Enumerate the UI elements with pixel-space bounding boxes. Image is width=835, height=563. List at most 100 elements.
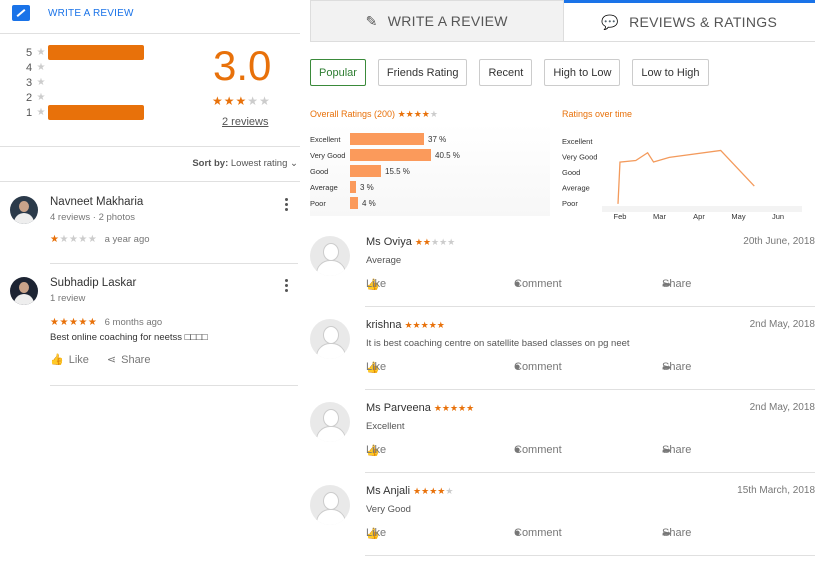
review-date: 15th March, 2018 bbox=[737, 485, 815, 496]
star-rating: ★★★★★ bbox=[50, 234, 98, 245]
overall-rating-label: Very Good bbox=[310, 150, 346, 160]
tab-reviews-ratings-label: REVIEWS & RATINGS bbox=[629, 14, 778, 30]
x-axis-label: Mar bbox=[653, 212, 666, 221]
filter-popular[interactable]: Popular bbox=[310, 59, 366, 86]
star-rating: ★★★★★ bbox=[413, 486, 454, 496]
histogram-star-number: 4 bbox=[26, 61, 33, 74]
write-review-link[interactable]: WRITE A REVIEW bbox=[12, 5, 134, 21]
overall-rating-percent: 37 % bbox=[428, 134, 447, 144]
reviewer-name[interactable]: Subhadip Laskar bbox=[50, 277, 136, 289]
average-score: 3.0 bbox=[213, 42, 272, 89]
overall-rating-percent: 4 % bbox=[362, 198, 376, 208]
like-label: Like bbox=[366, 527, 387, 539]
comment-label: Comment bbox=[514, 278, 562, 290]
like-button[interactable]: 👍 Like bbox=[50, 353, 89, 367]
histogram-star-number: 1 bbox=[26, 106, 33, 119]
more-options-icon[interactable] bbox=[285, 198, 288, 213]
tab-write-review-label: WRITE A REVIEW bbox=[387, 13, 508, 29]
divider bbox=[365, 306, 815, 307]
share-label: Share bbox=[662, 444, 692, 456]
review-date: 20th June, 2018 bbox=[743, 236, 815, 247]
review-item: Navneet Makharia 4 reviews · 2 photos ★★… bbox=[10, 196, 300, 256]
filter-recent[interactable]: Recent bbox=[479, 59, 533, 86]
y-axis-label: Poor bbox=[562, 199, 578, 208]
histogram-star-number: 5 bbox=[26, 46, 33, 59]
tab-reviews-ratings[interactable]: 💬 REVIEWS & RATINGS bbox=[563, 0, 815, 42]
reviewer-name[interactable]: krishna ★★★★★ bbox=[366, 319, 445, 331]
x-axis-label: Jun bbox=[772, 212, 784, 221]
avatar bbox=[310, 485, 350, 525]
write-review-label: WRITE A REVIEW bbox=[48, 7, 134, 19]
sort-label: Sort by: bbox=[192, 158, 229, 169]
filter-low-to-high[interactable]: Low to High bbox=[632, 59, 709, 86]
share-label: Share bbox=[662, 527, 692, 539]
share-label: Share bbox=[662, 278, 692, 290]
y-axis-label: Very Good bbox=[562, 153, 597, 162]
more-options-icon[interactable] bbox=[285, 279, 288, 294]
star-rating: ★★★★★ bbox=[404, 320, 445, 330]
divider bbox=[50, 263, 298, 264]
filter-friends-rating[interactable]: Friends Rating bbox=[377, 59, 468, 86]
ratings-line bbox=[617, 149, 755, 204]
comment-label: Comment bbox=[514, 527, 562, 539]
google-reviews-panel: WRITE A REVIEW 5 ★ 4 ★ 3 ★ 2 ★ 1 ★ 3.0 ★★★★★ 2 re… bbox=[0, 0, 300, 563]
overall-rating-percent: 40.5 % bbox=[435, 150, 460, 160]
overall-rating-row: Poor 4 % bbox=[310, 196, 376, 210]
overall-rating-label: Excellent bbox=[310, 134, 341, 144]
thumbs-up-icon: 👍 bbox=[50, 354, 64, 366]
like-label: Like bbox=[366, 278, 387, 290]
sort-dropdown[interactable]: Sort by: Lowest rating ⌄ bbox=[192, 158, 298, 169]
x-axis-label: Feb bbox=[614, 212, 627, 221]
review-item: Ms Parveena ★★★★★ 2nd May, 2018 Excellent 👍 L… bbox=[310, 402, 815, 474]
histogram-row: 2 ★ bbox=[26, 90, 144, 105]
y-axis-label: Average bbox=[562, 184, 590, 193]
chevron-down-icon: ⌄ bbox=[290, 158, 298, 169]
review-date: 2nd May, 2018 bbox=[749, 319, 815, 330]
line-chart: Excellent Very Good Good Average Poor Feb Mar A… bbox=[562, 137, 802, 221]
share-button[interactable]: ⋖ Share bbox=[106, 353, 151, 367]
review-stars: ★★★★★ 6 months ago bbox=[50, 317, 162, 328]
reviewer-name[interactable]: Ms Anjali ★★★★★ bbox=[366, 485, 453, 497]
reviews-count-link[interactable]: 2 reviews bbox=[222, 116, 268, 128]
overall-rating-percent: 15.5 % bbox=[385, 166, 410, 176]
overall-ratings-label: Overall Ratings (200) bbox=[310, 109, 396, 119]
reviewer-name[interactable]: Ms Parveena ★★★★★ bbox=[366, 402, 474, 414]
review-text: Average bbox=[366, 255, 402, 266]
histogram-star-number: 3 bbox=[26, 76, 33, 89]
sort-value: Lowest rating bbox=[230, 158, 288, 169]
tab-write-review[interactable]: ✎ WRITE A REVIEW bbox=[310, 0, 564, 42]
reviewer-name-text: krishna bbox=[366, 319, 402, 331]
reviewer-name[interactable]: Navneet Makharia bbox=[50, 196, 143, 208]
share-label: Share bbox=[121, 353, 151, 366]
reviewer-name[interactable]: Ms Oviya ★★★★★ bbox=[366, 236, 455, 248]
like-label: Like bbox=[366, 444, 387, 456]
average-stars: ★★★★★ bbox=[212, 94, 271, 108]
x-axis-label: Apr bbox=[693, 212, 705, 221]
review-item: Ms Anjali ★★★★★ 15th March, 2018 Very Good 👍… bbox=[310, 485, 815, 557]
review-item: krishna ★★★★★ 2nd May, 2018 It is best coac… bbox=[310, 319, 815, 391]
overall-rating-label: Poor bbox=[310, 198, 326, 208]
review-stars: ★★★★★ a year ago bbox=[50, 234, 150, 245]
star-rating: ★★★★★ bbox=[414, 237, 456, 247]
comment-icon: 💬 bbox=[601, 13, 620, 30]
overall-ratings-chart: Excellent 37 % Very Good 40.5 % Good 15.5 % Av… bbox=[310, 124, 550, 216]
like-label: Like bbox=[366, 361, 387, 373]
y-axis-label: Good bbox=[562, 168, 580, 177]
share-icon: ⋖ bbox=[106, 354, 117, 366]
divider bbox=[365, 389, 815, 390]
divider bbox=[0, 33, 300, 34]
divider bbox=[0, 146, 300, 147]
avatar bbox=[10, 277, 38, 305]
review-time: 6 months ago bbox=[104, 317, 163, 328]
reviews-ratings-panel: ✎ WRITE A REVIEW 💬 REVIEWS & RATINGS Pop… bbox=[310, 0, 835, 563]
share-label: Share bbox=[662, 361, 692, 373]
filter-high-to-low[interactable]: High to Low bbox=[544, 59, 621, 86]
histogram-row: 4 ★ bbox=[26, 60, 144, 75]
avatar bbox=[10, 196, 38, 224]
overall-rating-bar bbox=[350, 165, 381, 177]
overall-rating-percent: 3 % bbox=[360, 182, 374, 192]
overall-rating-bar bbox=[350, 149, 431, 161]
divider bbox=[0, 181, 300, 182]
star-icon: ★ bbox=[36, 92, 46, 103]
star-icon: ★ bbox=[36, 62, 46, 73]
